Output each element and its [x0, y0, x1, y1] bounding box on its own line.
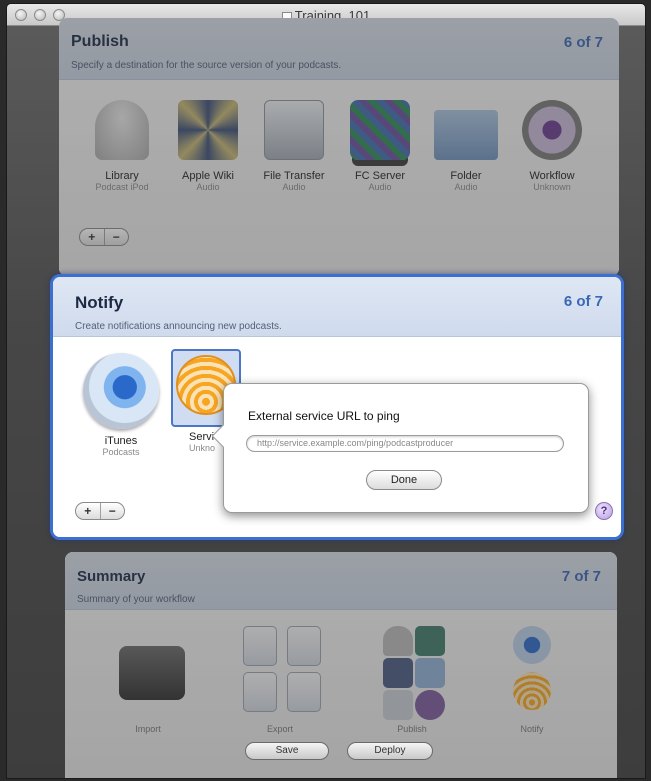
help-button[interactable]: ?	[595, 502, 613, 520]
publish-step-counter: 6 of 7	[563, 34, 603, 51]
notify-step-counter: 6 of 7	[563, 293, 603, 310]
summary-body: Import Export Publish Notify	[65, 610, 617, 778]
service-url-label: External service URL to ping	[248, 409, 400, 423]
service-url-popover: External service URL to ping http://serv…	[211, 383, 589, 513]
notify-add-button[interactable]: +	[76, 503, 100, 519]
notify-card[interactable]: Notify Create notifications announcing n…	[50, 274, 624, 540]
publish-subtitle: Specify a destination for the source ver…	[71, 60, 342, 71]
notify-service-mini-icon	[513, 672, 551, 710]
export-quicktime-icon-4	[287, 672, 321, 712]
wiki-icon	[178, 100, 238, 160]
publish-add-button[interactable]: +	[80, 229, 104, 245]
publish-item-fc-server[interactable]: FC Server Audio	[335, 100, 425, 192]
notify-item-itunes[interactable]: iTunes Podcasts	[73, 353, 169, 457]
folder-icon	[434, 110, 498, 160]
summary-title: Summary	[77, 568, 146, 585]
notify-body: iTunes Podcasts Servi Unkno + − ? Externa…	[53, 337, 621, 537]
service-url-field[interactable]: http://service.example.com/ping/podcastp…	[246, 435, 564, 452]
library-icon	[95, 100, 149, 160]
notify-itunes-mini-icon	[513, 626, 551, 664]
publish-transfer-mini-icon	[383, 690, 413, 720]
publish-item-workflow[interactable]: Workflow Unknown	[507, 100, 597, 192]
publish-remove-button[interactable]: −	[103, 229, 129, 245]
video-camera-icon	[119, 646, 185, 700]
publish-library-mini-icon	[383, 626, 413, 656]
workflow-icon	[522, 100, 582, 160]
workflow-stage: Publish Specify a destination for the so…	[7, 18, 645, 778]
done-button[interactable]: Done	[366, 470, 442, 490]
summary-card[interactable]: Summary Summary of your workflow 7 of 7 …	[65, 552, 617, 778]
file-transfer-icon	[264, 100, 324, 160]
publish-wiki-mini-icon	[383, 658, 413, 688]
app-window: Training_101 Publish Specify a destinati…	[6, 3, 646, 779]
itunes-icon	[83, 353, 159, 429]
publish-title: Publish	[71, 33, 129, 50]
publish-body: Library Podcast iPod Apple Wiki Audio Fi…	[59, 80, 619, 276]
export-quicktime-icon-1	[243, 626, 277, 666]
publish-item-apple-wiki[interactable]: Apple Wiki Audio	[163, 100, 253, 192]
publish-item-library[interactable]: Library Podcast iPod	[77, 100, 167, 192]
publish-folder-mini-icon	[415, 658, 445, 688]
deploy-button[interactable]: Deploy	[347, 742, 433, 760]
publish-workflow-mini-icon	[415, 690, 445, 720]
publish-item-file-transfer[interactable]: File Transfer Audio	[249, 100, 339, 192]
summary-header: Summary Summary of your workflow 7 of 7	[65, 552, 617, 610]
export-quicktime-icon-3	[243, 672, 277, 712]
fc-server-icon	[350, 100, 410, 160]
notify-subtitle: Create notifications announcing new podc…	[75, 321, 282, 332]
publish-add-remove-control: + −	[79, 228, 129, 246]
notify-add-remove-control: + −	[75, 502, 125, 520]
export-quicktime-icon-2	[287, 626, 321, 666]
publish-header: Publish Specify a destination for the so…	[59, 18, 619, 80]
summary-step-counter: 7 of 7	[561, 568, 601, 585]
notify-remove-button[interactable]: −	[99, 503, 125, 519]
publish-fcserver-mini-icon	[415, 626, 445, 656]
notify-header: Notify Create notifications announcing n…	[53, 277, 621, 337]
publish-card[interactable]: Publish Specify a destination for the so…	[59, 18, 619, 276]
summary-subtitle: Summary of your workflow	[77, 594, 195, 605]
save-button[interactable]: Save	[245, 742, 329, 760]
publish-item-folder[interactable]: Folder Audio	[421, 100, 511, 192]
notify-title: Notify	[75, 293, 124, 312]
